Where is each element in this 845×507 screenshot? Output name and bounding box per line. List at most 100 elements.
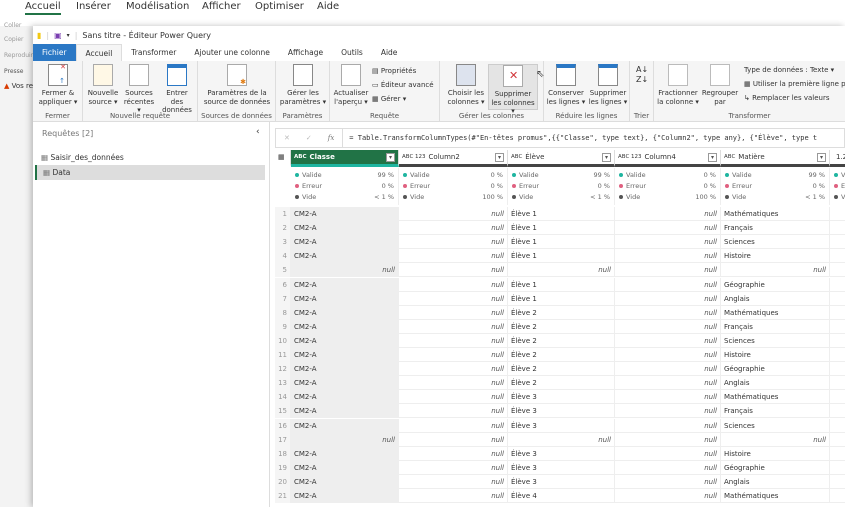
- table-cell[interactable]: [830, 461, 845, 475]
- row-number[interactable]: 3: [275, 235, 291, 250]
- table-cell[interactable]: null: [399, 249, 508, 264]
- tab-outils[interactable]: Outils: [332, 44, 372, 61]
- column-header[interactable]: ABC 123 Column4 ▾: [615, 150, 721, 167]
- row-number[interactable]: 1: [275, 207, 291, 221]
- table-cell[interactable]: Français: [721, 221, 830, 236]
- column-header[interactable]: ABC Matière ▾: [721, 150, 830, 167]
- row-number[interactable]: 10: [275, 333, 291, 348]
- table-cell[interactable]: Géographie: [721, 362, 830, 377]
- tab-ajouter-colonne[interactable]: Ajouter une colonne: [185, 44, 279, 61]
- table-cell[interactable]: CM2-A: [291, 446, 399, 461]
- table-cell[interactable]: null: [399, 489, 508, 503]
- table-cell[interactable]: Géographie: [721, 277, 830, 292]
- table-cell[interactable]: Histoire: [721, 249, 830, 264]
- table-cell[interactable]: null: [291, 263, 399, 278]
- column-type-icon[interactable]: ABC 123: [402, 154, 426, 160]
- table-cell[interactable]: null: [615, 376, 721, 391]
- table-cell[interactable]: Mathématiques: [721, 305, 830, 320]
- table-cell[interactable]: [830, 433, 845, 447]
- table-cell[interactable]: [830, 390, 845, 404]
- table-cell[interactable]: CM2-A: [291, 418, 399, 433]
- table-cell[interactable]: Élève 2: [508, 362, 615, 377]
- row-number[interactable]: 15: [275, 404, 291, 419]
- tab-accueil[interactable]: Accueil: [75, 44, 123, 61]
- table-cell[interactable]: [830, 249, 845, 263]
- split-column-button[interactable]: Fractionner la colonne ▾: [656, 64, 700, 106]
- column-header[interactable]: ABC 123 Column2 ▾: [399, 150, 508, 167]
- table-row[interactable]: 8 CM2-A null Élève 2 null Mathématiques: [275, 305, 845, 320]
- table-cell[interactable]: [830, 278, 845, 292]
- row-number[interactable]: 5: [275, 263, 291, 278]
- fx-icon[interactable]: fx: [320, 134, 343, 142]
- table-row[interactable]: 9 CM2-A null Élève 2 null Français: [275, 319, 845, 334]
- table-cell[interactable]: [830, 292, 845, 306]
- table-cell[interactable]: [830, 419, 845, 433]
- table-cell[interactable]: [830, 221, 845, 235]
- table-cell[interactable]: [830, 235, 845, 249]
- table-cell[interactable]: null: [615, 263, 721, 278]
- query-item[interactable]: ▦ Saisir_des_données: [35, 150, 265, 165]
- table-cell[interactable]: null: [615, 333, 721, 348]
- table-cell[interactable]: CM2-A: [291, 305, 399, 320]
- data-type-dropdown[interactable]: Type de données : Texte ▾: [744, 66, 834, 74]
- table-cell[interactable]: null: [615, 362, 721, 377]
- table-cell[interactable]: Élève 2: [508, 376, 615, 391]
- table-cell[interactable]: CM2-A: [291, 362, 399, 377]
- table-cell[interactable]: Élève 1: [508, 277, 615, 292]
- table-cell[interactable]: [830, 207, 845, 221]
- table-cell[interactable]: null: [399, 207, 508, 221]
- row-number[interactable]: 13: [275, 376, 291, 391]
- table-row[interactable]: 5 null null null null null: [275, 263, 845, 278]
- manage-parameters-button[interactable]: Gérer les paramètres ▾: [279, 64, 327, 106]
- row-number[interactable]: 16: [275, 418, 291, 433]
- table-row[interactable]: 19 CM2-A null Élève 3 null Géographie: [275, 460, 845, 475]
- row-number[interactable]: 18: [275, 446, 291, 461]
- query-item-selected[interactable]: ▦ Data: [35, 165, 265, 180]
- column-filter-dropdown[interactable]: ▾: [386, 153, 395, 162]
- table-cell[interactable]: Sciences: [721, 235, 830, 250]
- quick-access-dropdown-icon[interactable]: ▾: [67, 32, 70, 39]
- table-cell[interactable]: CM2-A: [291, 319, 399, 334]
- table-cell[interactable]: null: [399, 319, 508, 334]
- table-cell[interactable]: null: [615, 249, 721, 264]
- table-cell[interactable]: null: [615, 404, 721, 419]
- table-cell[interactable]: [830, 306, 845, 320]
- table-cell[interactable]: Sciences: [721, 333, 830, 348]
- table-cell[interactable]: [830, 263, 845, 277]
- table-cell[interactable]: Élève 3: [508, 474, 615, 489]
- table-row[interactable]: 20 CM2-A null Élève 3 null Anglais: [275, 474, 845, 489]
- advanced-editor-button[interactable]: ▭ Éditeur avancé: [372, 81, 434, 89]
- column-filter-dropdown[interactable]: ▾: [708, 153, 717, 162]
- table-cell[interactable]: Élève 1: [508, 249, 615, 264]
- table-cell[interactable]: null: [399, 277, 508, 292]
- table-cell[interactable]: Élève 1: [508, 291, 615, 306]
- recent-sources-button[interactable]: Sources récentes ▾: [121, 64, 157, 115]
- table-cell[interactable]: Élève 3: [508, 460, 615, 475]
- table-cell[interactable]: null: [399, 376, 508, 391]
- table-cell[interactable]: [830, 348, 845, 362]
- table-cell[interactable]: null: [399, 221, 508, 236]
- table-cell[interactable]: null: [399, 432, 508, 447]
- row-number[interactable]: 14: [275, 390, 291, 405]
- table-cell[interactable]: Élève 1: [508, 235, 615, 250]
- table-row[interactable]: 17 null null null null null: [275, 432, 845, 447]
- column-type-icon[interactable]: ABC: [294, 154, 307, 160]
- formula-input[interactable]: = Table.TransformColumnTypes(#"En-têtes …: [342, 129, 817, 147]
- group-by-button[interactable]: Regrouper par: [700, 64, 740, 106]
- table-cell[interactable]: null: [615, 319, 721, 334]
- table-cell[interactable]: Mathématiques: [721, 489, 830, 503]
- table-cell[interactable]: CM2-A: [291, 390, 399, 405]
- replace-values-button[interactable]: ↳ Remplacer les valeurs: [744, 94, 829, 102]
- table-cell[interactable]: null: [399, 446, 508, 461]
- table-cell[interactable]: Élève 3: [508, 418, 615, 433]
- new-source-button[interactable]: Nouvelle source ▾: [86, 64, 120, 106]
- row-number[interactable]: 19: [275, 460, 291, 475]
- table-cell[interactable]: null: [615, 489, 721, 503]
- table-cell[interactable]: null: [615, 207, 721, 221]
- column-filter-dropdown[interactable]: ▾: [817, 153, 826, 162]
- confirm-icon[interactable]: ✓: [298, 134, 320, 142]
- column-filter-dropdown[interactable]: ▾: [602, 153, 611, 162]
- table-cell[interactable]: null: [615, 235, 721, 250]
- close-apply-button[interactable]: ✕ ↑ Fermer & appliquer ▾: [37, 63, 79, 106]
- table-row[interactable]: 3 CM2-A null Élève 1 null Sciences: [275, 235, 845, 250]
